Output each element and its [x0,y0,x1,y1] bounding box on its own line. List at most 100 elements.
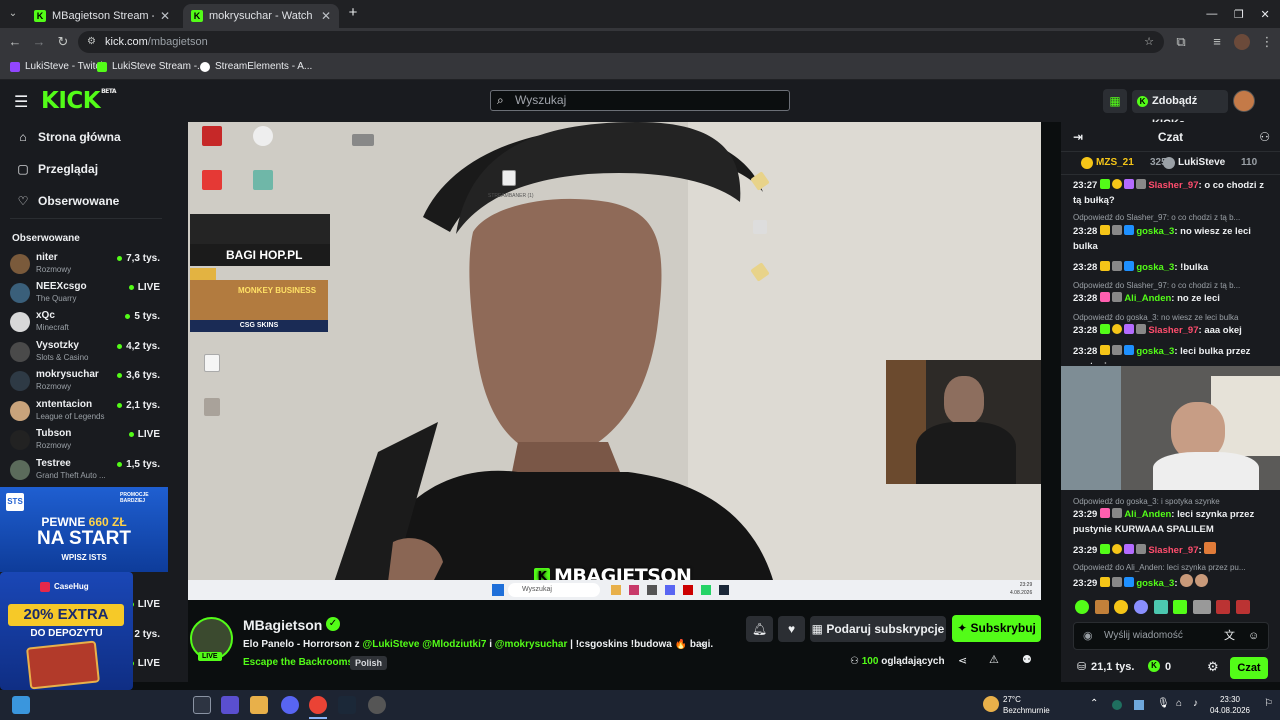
channel-item-vysotzky[interactable]: Vysotzky Slots & Casino 4,2 tys. [10,338,160,366]
msg-user[interactable]: goska_3 [1136,226,1174,237]
file-explorer-icon[interactable] [250,696,268,714]
address-bar[interactable]: ⚙ kick.com/mbagietson ☆ [78,31,1164,53]
new-tab-button[interactable]: + [344,4,362,22]
emote-icon[interactable] [1133,600,1148,614]
stream-dashboard-icon[interactable]: ▦ [1103,89,1127,113]
reply-reference[interactable]: Odpowiedź do Ali_Anden: leci szynka prze… [1073,563,1273,572]
follow-heart-button[interactable]: ♥ [778,616,805,642]
chat-send-button[interactable]: Czat [1230,657,1268,679]
reply-mode-icon[interactable]: ◉ [1083,623,1093,649]
system-clock[interactable]: 23:30 04.08.2026 [1210,694,1250,716]
emote-icon[interactable] [1094,600,1109,614]
profile-avatar[interactable] [1234,34,1250,50]
stream-category-link[interactable]: Escape the Backrooms [243,657,353,668]
chat-message[interactable]: 23:28 goska_3: no wiesz ze leci bulka [1073,224,1273,254]
video-player[interactable]: STREAMBANER (1) BAGI HOP.PL MONKEY BUSIN… [188,122,1041,600]
close-window-icon[interactable]: ✕ [1260,8,1269,21]
reply-reference[interactable]: Odpowiedź do Slasher_97: o co chodzi z t… [1073,213,1273,222]
tab-mbagietson[interactable]: K MBagietson Stream - Watch Liv ✕ [26,4,178,28]
notification-bell-button[interactable]: 🔔︎ [746,616,773,642]
user-options-icon[interactable]: ⚉ [1022,653,1032,666]
bookmark-lukisteve-twitch[interactable]: LukiSteve - Twitch [10,61,106,72]
bookmark-lukisteve-stream[interactable]: LukiSteve Stream -... [97,61,205,72]
mention-link[interactable]: @mokrysuchar [495,639,568,650]
search-input[interactable]: ⌕ Wyszukaj [490,90,790,111]
user-avatar[interactable] [1233,90,1255,112]
extensions-icon[interactable]: ⧉ [1170,28,1192,56]
tray-app-icon[interactable] [1112,700,1122,710]
emote-icon[interactable] [1114,600,1129,614]
sts-ad-banner[interactable]: STS PROMOCJE BARDZIEJ PEWNE 660 ZŁ NA ST… [0,487,168,572]
chat-message[interactable]: 23:29 Ali_Anden: leci szynka przez pustyn… [1073,507,1273,537]
msg-user[interactable]: goska_3 [1136,262,1174,273]
emote-icon[interactable] [1153,600,1168,614]
bookmark-star-icon[interactable]: ☆ [1144,31,1154,53]
reload-icon[interactable]: ↻ [52,28,74,56]
reply-reference[interactable]: Odpowiedź do Slasher_97: o co chodzi z t… [1073,281,1273,290]
collapse-chat-icon[interactable]: ⇥ [1073,122,1083,152]
kicks-balance[interactable]: 0 [1165,661,1171,673]
close-icon[interactable]: ✕ [154,9,170,23]
msg-user[interactable]: goska_3 [1136,346,1174,357]
task-view-icon[interactable] [193,696,211,714]
forward-icon[interactable]: → [28,28,50,56]
channel-item-niter[interactable]: niter Rozmowy 7,3 tys. [10,250,160,278]
share-icon[interactable]: ⋖ [958,654,967,667]
chat-users-icon[interactable]: ⚇ [1259,122,1270,152]
mention-link[interactable]: @Mlodziutki7 [422,639,486,650]
chat-message[interactable]: 23:28 Slasher_97: aaa okej [1073,323,1273,338]
bookmark-streamelements[interactable]: StreamElements - A... [200,61,312,72]
report-icon[interactable]: ⚠ [989,653,999,666]
expand-title-icon[interactable]: ⌄ [699,638,707,649]
chat-message[interactable]: 23:29 goska_3: [1073,574,1273,591]
chat-message[interactable]: 23:28 goska_3: !bulka [1073,260,1273,275]
get-kicks-button[interactable]: K Zdobądź KICKs [1132,90,1228,130]
obs-icon[interactable] [368,696,386,714]
casehug-ad-banner[interactable]: CaseHug 20% EXTRA DO DEPOZYTU [0,572,133,690]
network-icon[interactable]: ⌂ [1176,698,1182,709]
steam-icon[interactable] [338,696,356,714]
reading-list-icon[interactable]: ≡ [1206,28,1228,56]
windows-start-icon[interactable] [12,696,30,714]
channel-item-neexcsgo[interactable]: NEEXcsgo The Quarry LIVE [10,279,160,307]
translate-icon[interactable]: 文 [1224,623,1235,649]
emote-icon[interactable] [1192,600,1211,614]
channel-item-xntentacion[interactable]: xntentacion League of Legends 2,1 tys. [10,397,160,425]
emote-icon[interactable] [1075,600,1089,614]
chat-message-input[interactable]: ◉ Wyślij wiadomość 文 ☺ [1073,622,1269,650]
channel-item-mokrysuchar[interactable]: mokrysuchar Rozmowy 3,6 tys. [10,367,160,395]
notification-icon[interactable]: ⚐ [1264,698,1273,709]
channel-item-tubson[interactable]: Tubson Rozmowy LIVE [10,426,160,454]
minimize-icon[interactable]: — [1206,8,1217,20]
chat-message[interactable]: 23:28 Ali_Anden: no ze leci [1073,291,1273,306]
tray-chevron-icon[interactable]: ⌃ [1090,698,1098,709]
msg-user[interactable]: Slasher_97 [1148,325,1198,336]
back-icon[interactable]: ← [4,28,26,56]
kick-logo[interactable]: KICKBETA [41,88,117,114]
tab-mokrysuchar[interactable]: K mokrysuchar - Watch clips on K ✕ [183,4,339,28]
emote-icon[interactable] [1216,600,1231,614]
msg-user[interactable]: goska_3 [1136,578,1174,589]
msg-user[interactable]: Ali_Anden [1124,293,1171,304]
gift-subscription-button[interactable]: ▦ Podaruj subskrypcje [810,616,946,642]
chrome-icon[interactable] [309,696,327,714]
channel-item-xqc[interactable]: xQc Minecraft 5 tys. [10,308,160,336]
msg-user[interactable]: Slasher_97 [1148,180,1198,191]
volume-icon[interactable]: ♪ [1193,698,1198,709]
msg-user[interactable]: Ali_Anden [1124,509,1171,520]
settings-gear-icon[interactable]: ⚙ [1207,659,1219,675]
streamer-name[interactable]: MBagietson [243,617,322,633]
close-icon[interactable]: ✕ [315,9,331,23]
reply-reference[interactable]: Odpowiedź do goska_3: i spotyka szynke [1073,497,1273,506]
channel-points[interactable]: 21,1 tys. [1091,661,1134,673]
hamburger-menu-icon[interactable]: ☰ [14,92,28,112]
nav-browse[interactable]: ▢ Przeglądaj [16,162,98,176]
discord-icon[interactable] [281,696,299,714]
weather-widget[interactable]: 27°C Bezchmurnie [1003,694,1050,716]
site-info-icon[interactable]: ⚙ [87,31,96,53]
chat-message[interactable]: 23:27 Slasher_97: o co chodzi z tą bułką? [1073,178,1273,208]
nav-following[interactable]: ♡ Obserwowane [16,194,120,208]
chat-message[interactable]: 23:28goska_3: leci bulka przez pustynie [1073,344,1273,364]
nav-home[interactable]: ⌂ Strona główna [16,130,120,144]
chat-message[interactable]: 23:29 Slasher_97: [1073,542,1273,558]
